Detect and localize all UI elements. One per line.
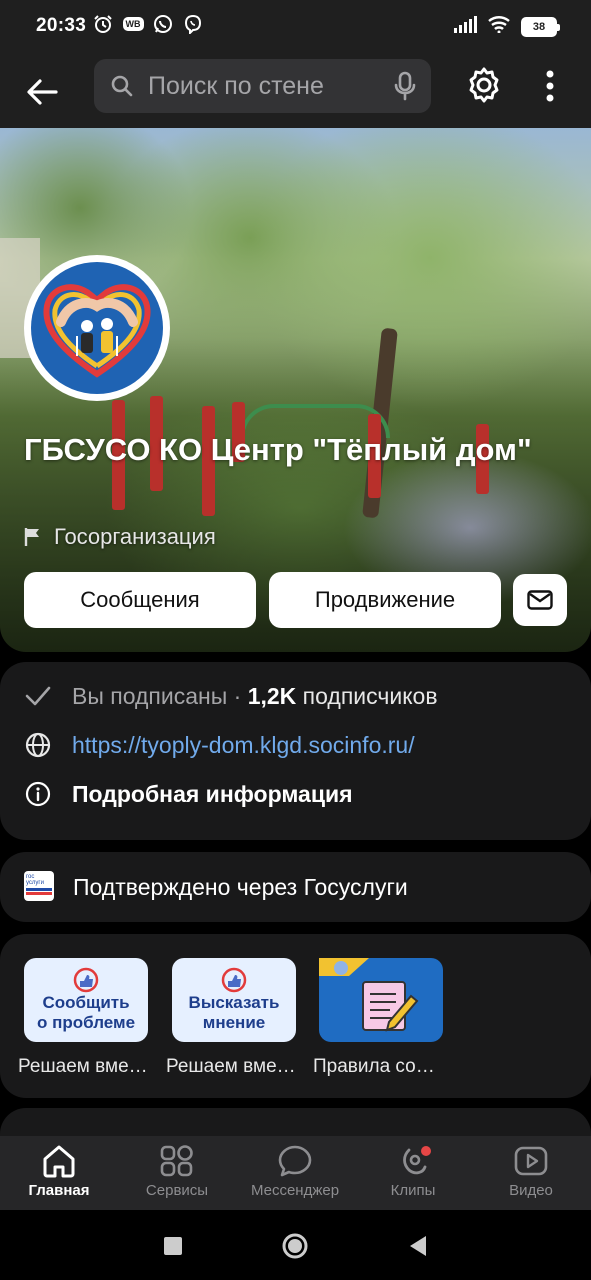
nav-video[interactable]: Видео: [472, 1144, 590, 1199]
subscribers-word: подписчиков: [296, 682, 438, 709]
more-vertical-icon: [546, 70, 554, 102]
app-report-problem[interactable]: Сообщить о проблеме Решаем вме…: [18, 958, 152, 1078]
home-icon: [43, 1145, 75, 1178]
details-row[interactable]: Подробная информация: [24, 780, 353, 808]
nav-label: Видео: [509, 1182, 553, 1199]
video-icon: [514, 1146, 548, 1176]
like-hand-icon: [221, 967, 247, 993]
website-row[interactable]: https://tyoply-dom.klgd.socinfo.ru/: [24, 731, 415, 759]
services-icon: [160, 1145, 193, 1177]
triangle-back-icon: [410, 1236, 426, 1256]
mic-icon[interactable]: [393, 71, 417, 101]
promotion-button[interactable]: Продвижение: [269, 572, 501, 628]
back-button[interactable]: [20, 70, 64, 114]
messenger-icon: [278, 1145, 312, 1177]
group-name: ГБСУСО КО Центр "Тёплый дом": [24, 432, 532, 467]
status-time: 20:33: [36, 15, 87, 36]
document-pencil-icon: [319, 958, 419, 1032]
cover-image: ГБСУСО КО Центр "Тёплый дом" Госорганиза…: [0, 128, 591, 652]
status-icons-right: 38: [453, 15, 560, 38]
back-system-button[interactable]: [402, 1230, 434, 1262]
app-label: Правила со…: [313, 1056, 435, 1077]
nav-label: Клипы: [390, 1182, 436, 1199]
check-icon: [24, 682, 52, 710]
back-arrow-icon: [27, 79, 58, 105]
search-placeholder: Поиск по стене: [148, 72, 324, 100]
app-label: Решаем вме…: [166, 1056, 296, 1077]
app-tile: [319, 958, 443, 1042]
gosuslugi-logo: гос услуги: [24, 871, 54, 901]
app-label: Решаем вме…: [18, 1056, 148, 1077]
info-icon: [24, 780, 52, 808]
messages-button[interactable]: Сообщения: [24, 572, 256, 628]
verification-text: Подтверждено через Госуслуги: [73, 874, 408, 900]
wb-label: WB: [122, 17, 144, 31]
group-type: Госорганизация: [24, 524, 216, 550]
wifi-icon: [487, 15, 511, 38]
home-system-button[interactable]: [279, 1230, 311, 1262]
details-label: Подробная информация: [72, 780, 353, 807]
nav-label: Сервисы: [145, 1182, 209, 1199]
notification-badge: [421, 1146, 431, 1156]
mail-button[interactable]: [513, 574, 567, 626]
group-type-label: Госорганизация: [54, 524, 216, 549]
app-tile-line2: о проблеме: [36, 1013, 136, 1032]
status-icons-left: WB: [93, 14, 203, 34]
square-icon: [164, 1237, 182, 1255]
wb-icon: WB: [122, 14, 144, 34]
website-link[interactable]: https://tyoply-dom.klgd.socinfo.ru/: [72, 732, 415, 759]
nav-messenger[interactable]: Мессенджер: [236, 1144, 354, 1199]
nav-clips[interactable]: Клипы: [354, 1144, 472, 1199]
whatsapp-icon: [153, 14, 173, 34]
gosuslugi-logo-text: гос услуги: [26, 874, 44, 886]
app-tile-line1: Сообщить: [42, 993, 130, 1012]
app-tile: Высказать мнение: [172, 958, 296, 1042]
nav-services[interactable]: Сервисы: [118, 1144, 236, 1199]
search-icon: [111, 75, 133, 97]
nav-home[interactable]: Главная: [0, 1144, 118, 1199]
app-tile-line2: мнение: [202, 1013, 266, 1032]
more-button[interactable]: [532, 64, 568, 108]
battery-icon: 38: [521, 16, 560, 37]
recents-button[interactable]: [157, 1230, 189, 1262]
flag-icon: [24, 528, 39, 546]
system-nav-bar: [0, 1210, 591, 1280]
mail-icon: [527, 590, 553, 610]
signal-icon: [453, 15, 477, 38]
subscribed-status: Вы подписаны: [72, 682, 228, 709]
toolbar: Поиск по стене: [0, 56, 591, 128]
app-tile: Сообщить о проблеме: [24, 958, 148, 1042]
app-give-opinion[interactable]: Высказать мнение Решаем вме…: [166, 958, 300, 1078]
apps-card: Сообщить о проблеме Решаем вме… Высказать…: [0, 934, 591, 1098]
status-bar: 20:33 WB 38: [0, 0, 591, 56]
search-input[interactable]: Поиск по стене: [94, 59, 431, 113]
gear-icon: [469, 67, 499, 103]
subscription-row[interactable]: Вы подписаны · 1,2K подписчиков: [24, 682, 438, 710]
app-rules[interactable]: Правила со…: [313, 958, 447, 1078]
subscribers-count: 1,2K: [247, 682, 297, 709]
globe-icon: [24, 731, 52, 759]
avatar[interactable]: [24, 255, 170, 401]
circle-icon: [282, 1233, 308, 1259]
nav-label: Главная: [28, 1182, 90, 1199]
verification-card[interactable]: гос услуги Подтверждено через Госуслуги: [0, 852, 591, 922]
bottom-nav: Главная Сервисы Мессенджер Клипы Видео: [0, 1136, 591, 1210]
app-tile-line1: Высказать: [188, 993, 280, 1012]
separator: ·: [227, 682, 248, 709]
nav-label: Мессенджер: [250, 1182, 340, 1199]
like-hand-icon: [73, 967, 99, 993]
viber-icon: [183, 14, 203, 34]
alarm-icon: [93, 14, 113, 34]
info-card: Вы подписаны · 1,2K подписчиков https://…: [0, 662, 591, 840]
avatar-logo: [31, 262, 163, 394]
settings-button[interactable]: [461, 62, 507, 108]
